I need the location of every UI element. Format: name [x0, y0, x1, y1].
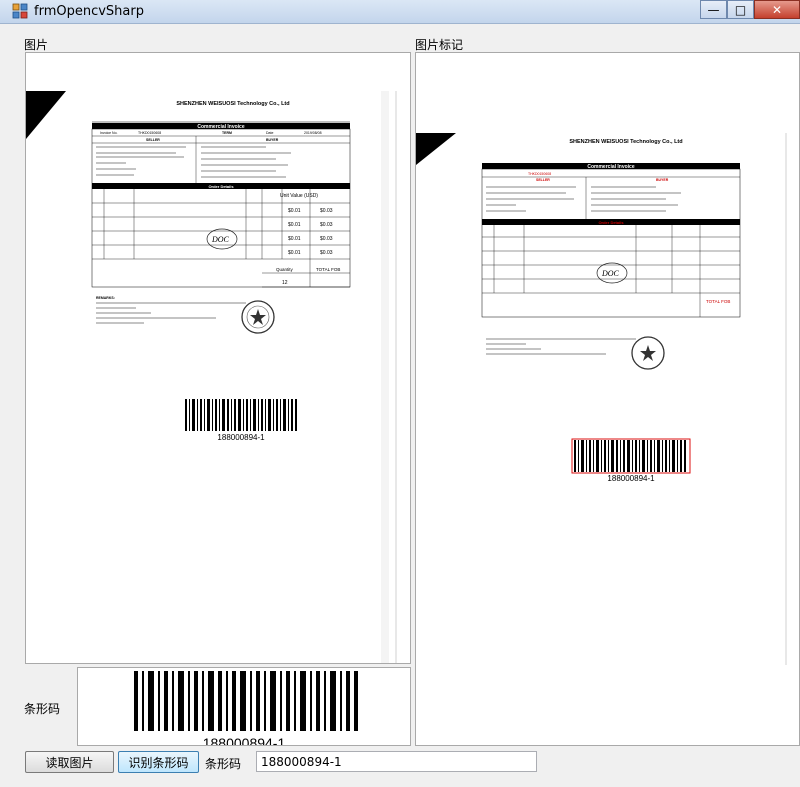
window-controls: — □ ✕: [700, 0, 800, 20]
price-4: $0.03: [320, 222, 333, 228]
read-image-button[interactable]: 读取图片: [25, 751, 114, 773]
invoice-image: SHENZHEN WEISUOSI Technology Co., Ltd Co…: [26, 91, 410, 663]
window-title: frmOpencvSharp: [34, 4, 144, 19]
recognize-barcode-button[interactable]: 识别条形码: [118, 751, 199, 773]
unit-value-header: Unit Value (USD): [280, 193, 318, 199]
total-fob-label: TOTAL FOB: [316, 267, 340, 272]
invoice-no-label: Invoice No.: [100, 131, 118, 135]
seller-heading: SELLER: [146, 138, 160, 142]
doc-stamp: DOC: [211, 235, 230, 244]
price-5: $0.01: [288, 236, 301, 242]
marked-doc-stamp: DOC: [601, 269, 620, 278]
invoice-date: 2019/08/08: [304, 131, 322, 135]
term-label: TERM: [222, 131, 232, 135]
barcode-preview-box[interactable]: 188000894-1: [77, 667, 411, 746]
marked-buyer: BUYER: [656, 178, 669, 182]
order-details-heading: Order Details: [208, 184, 234, 189]
maximize-button[interactable]: □: [727, 0, 754, 19]
app-icon: [12, 3, 28, 19]
date-label: Date: [266, 131, 273, 135]
marked-order-details: Order Details: [598, 220, 624, 225]
marked-invoice-image: SHENZHEN WEISUOSI Technology Co., Ltd Co…: [416, 133, 799, 665]
quantity-total: 12: [282, 280, 288, 286]
barcode-label: 条形码: [24, 702, 61, 716]
picture-marked-label: 图片标记: [415, 38, 464, 52]
marked-seller: SELLER: [536, 178, 550, 182]
invoice-no: THKD0150608: [138, 131, 161, 135]
marked-total-fob: TOTAL FOB: [706, 299, 730, 304]
marked-image-box[interactable]: SHENZHEN WEISUOSI Technology Co., Ltd Co…: [415, 52, 800, 746]
remarks-heading: REMARKS:: [96, 296, 115, 300]
minimize-button[interactable]: —: [700, 0, 727, 19]
preview-barcode-number: 188000894-1: [203, 735, 286, 746]
quantity-label: Quantity: [276, 267, 294, 272]
invoice-barcode-number: 188000894-1: [217, 433, 265, 442]
barcode-result-input[interactable]: [256, 751, 537, 772]
marked-invoice-no: THKD0150608: [528, 172, 551, 176]
picture-label: 图片: [24, 38, 49, 52]
maximize-icon: □: [734, 2, 747, 17]
original-image-box[interactable]: SHENZHEN WEISUOSI Technology Co., Ltd Co…: [25, 52, 411, 664]
price-7: $0.01: [288, 250, 301, 256]
barcode-result-label: 条形码: [205, 757, 242, 771]
invoice-company-name: SHENZHEN WEISUOSI Technology Co., Ltd: [176, 101, 289, 107]
title-bar[interactable]: frmOpencvSharp — □ ✕: [0, 0, 800, 24]
minimize-icon: —: [707, 2, 720, 17]
price-2: $0.03: [320, 208, 333, 214]
price-8: $0.03: [320, 250, 333, 256]
marked-company-name: SHENZHEN WEISUOSI Technology Co., Ltd: [569, 139, 682, 145]
barcode-preview-image: 188000894-1: [78, 668, 410, 746]
price-6: $0.03: [320, 236, 333, 242]
close-button[interactable]: ✕: [754, 0, 800, 19]
buyer-heading: BUYER: [266, 138, 279, 142]
price-1: $0.01: [288, 208, 301, 214]
main-window: frmOpencvSharp — □ ✕ 图片 图片标记 SHENZHEN WE…: [0, 0, 800, 787]
close-icon: ✕: [771, 2, 783, 17]
marked-barcode-number: 188000894-1: [607, 474, 655, 483]
price-3: $0.01: [288, 222, 301, 228]
